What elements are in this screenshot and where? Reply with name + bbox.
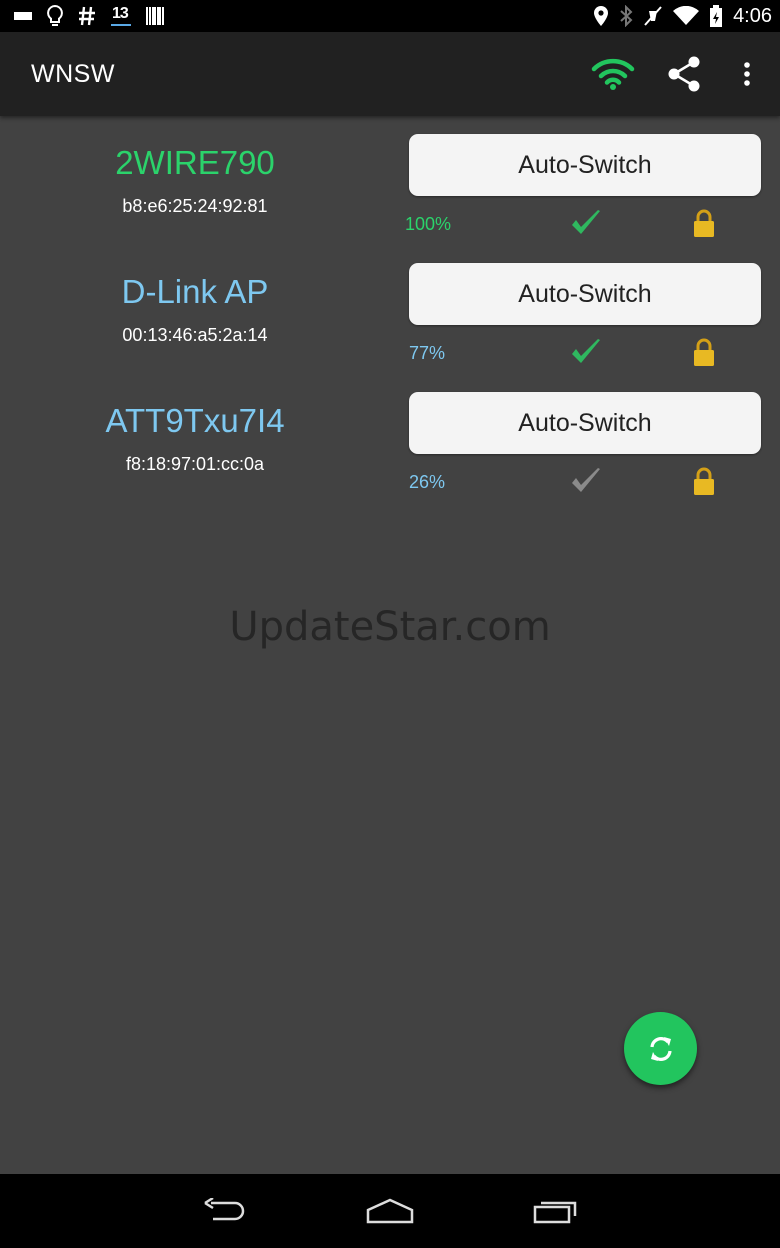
status-right-icons: 4:06: [593, 4, 772, 28]
recents-icon: [533, 1201, 577, 1224]
wifi-status-button[interactable]: [590, 54, 636, 94]
barcode-icon: [146, 5, 164, 27]
share-icon: [668, 56, 700, 92]
recents-button[interactable]: [526, 1192, 586, 1230]
list-item: D-Link AP 00:13:46:a5:2a:14 Auto-Switch …: [0, 245, 780, 374]
status-time: 4:06: [733, 4, 772, 27]
connected-check-icon: [572, 339, 600, 363]
lock-icon: [694, 467, 714, 495]
lock-icon: [694, 209, 714, 237]
network-ssid: ATT9Txu7I4: [105, 402, 285, 439]
connected-check-icon: [572, 210, 600, 234]
app-bar: WNSW: [0, 32, 780, 116]
auto-switch-button[interactable]: Auto-Switch: [409, 392, 761, 454]
refresh-button[interactable]: [624, 1012, 697, 1085]
home-icon: [366, 1198, 414, 1224]
battery-saver-icon: [14, 5, 32, 27]
list-item: ATT9Txu7I4 f8:18:97:01:cc:0a Auto-Switch…: [0, 374, 780, 503]
home-button[interactable]: [360, 1192, 420, 1230]
mute-icon: [643, 5, 663, 27]
watermark: UpdateStar.com: [229, 604, 551, 650]
network-ssid: D-Link AP: [121, 273, 269, 310]
network-mac: b8:e6:25:24:92:81: [122, 196, 268, 216]
lightbulb-icon: [46, 4, 64, 27]
network-ssid: 2WIRE790: [115, 144, 275, 181]
app-actions: [590, 54, 752, 94]
network-mac: f8:18:97:01:cc:0a: [125, 454, 265, 474]
navigation-bar: [0, 1174, 780, 1248]
back-button[interactable]: [194, 1192, 254, 1230]
wifi-status-icon: [591, 58, 635, 90]
back-icon: [204, 1198, 245, 1221]
list-item: 2WIRE790 b8:e6:25:24:92:81 Auto-Switch 1…: [0, 116, 780, 245]
app-title: WNSW: [31, 60, 115, 88]
signal-strength: 100%: [405, 214, 452, 234]
bluetooth-icon: [619, 5, 633, 27]
auto-switch-button[interactable]: Auto-Switch: [409, 134, 761, 196]
location-icon: [593, 5, 609, 27]
network-list: 2WIRE790 b8:e6:25:24:92:81 Auto-Switch 1…: [0, 116, 780, 1174]
overflow-menu-icon: [744, 62, 750, 86]
signal-strength: 77%: [409, 343, 446, 363]
calendar-13-icon: 13: [110, 5, 132, 27]
hashtag-icon: [78, 5, 96, 27]
disconnected-check-icon: [572, 468, 600, 492]
share-button[interactable]: [666, 54, 702, 94]
wifi-icon: [673, 5, 700, 27]
status-bar: 13 4:06: [0, 0, 780, 32]
lock-icon: [694, 338, 714, 366]
battery-icon: [709, 5, 723, 27]
overflow-menu-button[interactable]: [742, 54, 752, 94]
network-mac: 00:13:46:a5:2a:14: [122, 325, 268, 345]
refresh-icon: [649, 1036, 672, 1061]
status-left-icons: 13: [14, 4, 164, 27]
auto-switch-button[interactable]: Auto-Switch: [409, 263, 761, 325]
signal-strength: 26%: [409, 472, 446, 492]
calendar-day: 13: [112, 5, 129, 22]
